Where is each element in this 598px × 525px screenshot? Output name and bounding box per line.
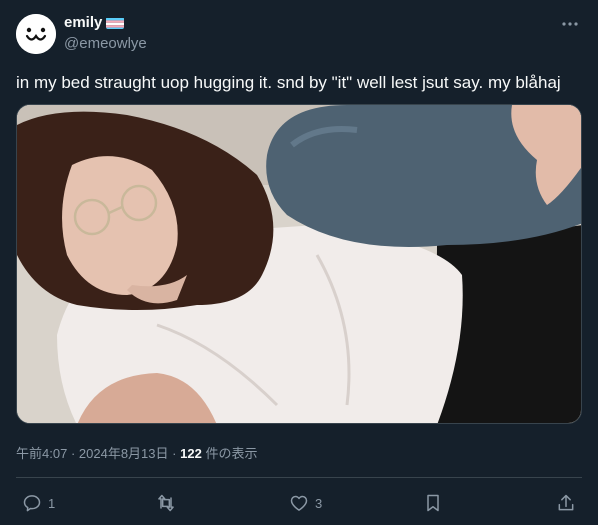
more-dots-icon	[562, 22, 578, 26]
tweet-time[interactable]: 午前4:07	[16, 446, 67, 461]
author-name-row[interactable]: emily	[64, 14, 125, 31]
display-name[interactable]: emily	[64, 14, 102, 31]
tweet-date[interactable]: 2024年8月13日	[79, 446, 169, 461]
tweet-card: emily @emeowlye in my bed straught uop h…	[0, 0, 598, 525]
more-options-button[interactable]	[556, 10, 584, 38]
tweet-meta: 午前4:07 · 2024年8月13日 · 122 件の表示	[16, 443, 257, 462]
like-button[interactable]: 3	[289, 491, 322, 515]
like-icon	[290, 495, 308, 511]
bookmark-icon	[427, 494, 439, 512]
smiley-face-avatar	[16, 14, 56, 54]
reply-button[interactable]: 1	[22, 491, 55, 515]
tweet-photo[interactable]	[16, 104, 582, 424]
retweet-icon	[158, 494, 174, 512]
tweet-text: in my bed straught uop hugging it. snd b…	[16, 73, 561, 92]
transgender-flag-icon	[106, 17, 125, 29]
share-button[interactable]	[556, 491, 576, 515]
avatar[interactable]	[16, 14, 56, 54]
views-label: 件の表示	[205, 446, 258, 461]
reply-count: 1	[48, 495, 56, 511]
author-handle[interactable]: @emeowlye	[64, 35, 147, 52]
share-icon	[558, 494, 574, 511]
bookmark-button[interactable]	[423, 491, 443, 515]
views-count: 122	[180, 446, 202, 461]
reply-icon	[23, 495, 41, 512]
divider	[16, 477, 582, 478]
meta-separator: ·	[172, 446, 177, 461]
like-count: 3	[315, 495, 323, 511]
meta-separator: ·	[70, 446, 76, 461]
retweet-button[interactable]	[155, 491, 183, 515]
photo-content	[17, 105, 581, 423]
